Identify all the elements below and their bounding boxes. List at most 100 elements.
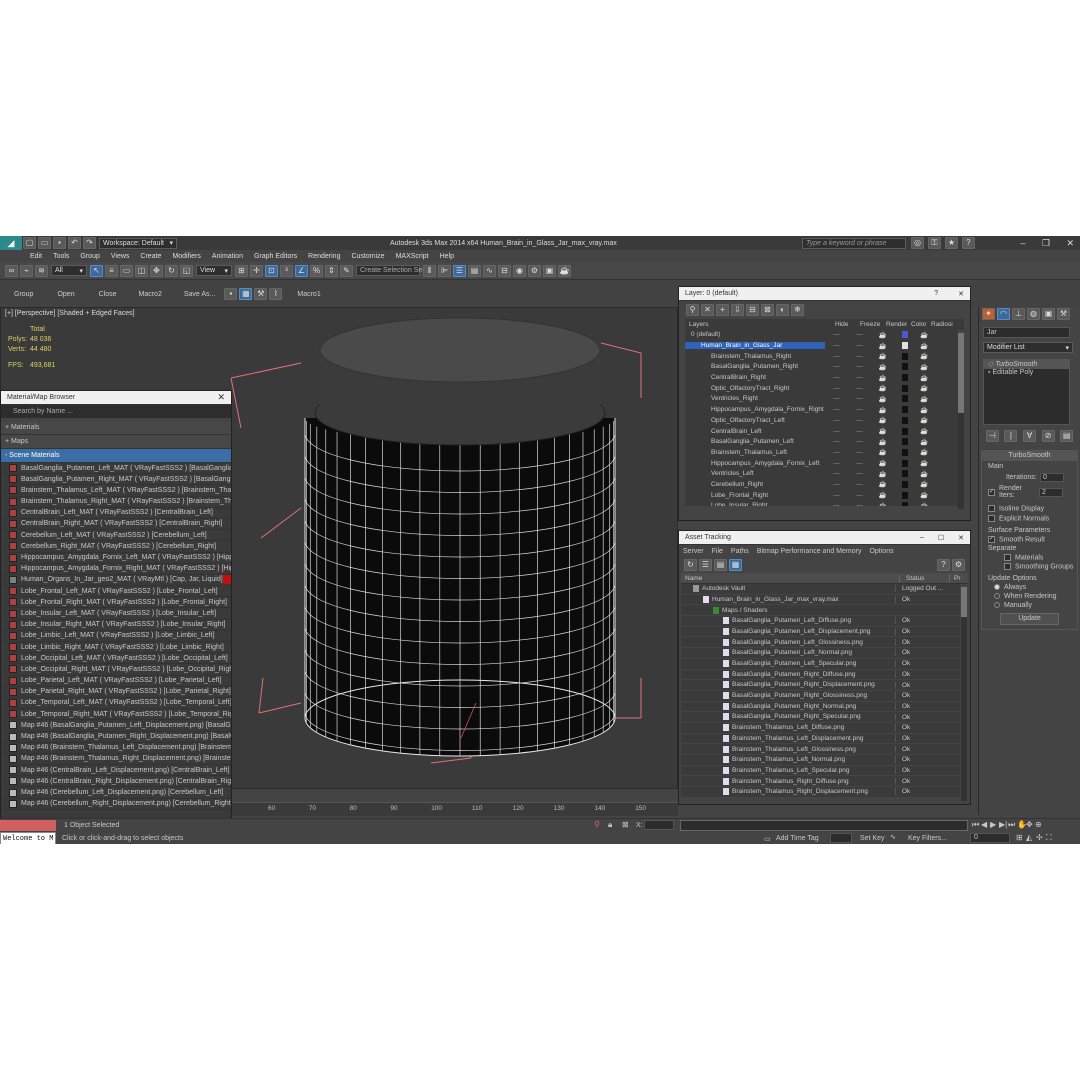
select-object-icon[interactable]: ↖: [90, 264, 103, 277]
create-tab-icon[interactable]: ✦: [982, 308, 995, 320]
layer-render-icon[interactable]: ☕: [871, 406, 894, 414]
prev-frame-icon[interactable]: ◀: [981, 820, 990, 830]
material-item[interactable]: Human_Organs_In_Jar_geo2_MAT ( VRayMtl )…: [5, 574, 231, 587]
layer-row[interactable]: Ventricles_Left — — ☕ ☕: [685, 469, 958, 480]
selection-filter-dropdown[interactable]: All ▾: [51, 265, 87, 276]
window-crossing-icon[interactable]: ◫: [135, 264, 148, 277]
graphite-icon[interactable]: ▤: [468, 264, 481, 277]
layer-color-swatch[interactable]: [902, 352, 908, 360]
layer-row[interactable]: Human_Brain_in_Glass_Jar — — ☕ ☕: [685, 341, 958, 352]
layer-radiosity-icon[interactable]: ☕: [920, 331, 928, 339]
pivot-center-icon[interactable]: ⊞: [235, 264, 248, 277]
layer-render-icon[interactable]: ☕: [871, 491, 894, 499]
zoom-all-icon[interactable]: ⊞: [1016, 833, 1026, 843]
menu-customize[interactable]: Customize: [351, 253, 384, 260]
maximize-viewport-icon[interactable]: ⛶: [1046, 833, 1056, 843]
utilities-tab-icon[interactable]: ⚒: [1057, 308, 1070, 320]
material-item[interactable]: Lobe_Frontal_Right_MAT ( VRayFastSSS2 ) …: [5, 597, 231, 609]
menu-group[interactable]: Group: [80, 253, 99, 260]
layer-row[interactable]: 0 (default) — — ☕ ☕: [685, 330, 958, 341]
asset-tracking-titlebar[interactable]: Asset Tracking – ☐ ✕: [679, 531, 970, 545]
layer-color-swatch[interactable]: [902, 459, 908, 467]
material-item[interactable]: Lobe_Insular_Left_MAT ( VRayFastSSS2 ) […: [5, 608, 231, 620]
close-icon[interactable]: ✕: [958, 290, 964, 298]
menu-rendering[interactable]: Rendering: [308, 253, 340, 260]
layer-render-icon[interactable]: ☕: [871, 395, 894, 403]
render-teapot-icon[interactable]: ☕: [558, 264, 571, 277]
menu-maxscript[interactable]: MAXScript: [396, 253, 429, 260]
layer-radiosity-icon[interactable]: ☕: [920, 406, 928, 414]
maxscript-listener[interactable]: Welcome to M: [0, 832, 56, 844]
manipulate-icon[interactable]: ✛: [250, 264, 263, 277]
save-file-icon[interactable]: ▪: [53, 237, 66, 249]
layer-radiosity-icon[interactable]: ☕: [920, 470, 928, 478]
snap-toggle-icon[interactable]: ³: [280, 264, 293, 277]
zoom-icon[interactable]: ⊕: [1035, 820, 1044, 830]
search-input[interactable]: Type a keyword or phrase: [802, 237, 906, 249]
asset-row[interactable]: BasalGanglia_Putamen_Left_Diffuse.png Ok: [681, 616, 960, 627]
material-item[interactable]: Lobe_Temporal_Left_MAT ( VRayFastSSS2 ) …: [5, 697, 231, 710]
material-item[interactable]: Hippocampus_Amygdala_Fornix_Left_MAT ( V…: [5, 552, 231, 564]
layer-radiosity-icon[interactable]: ☕: [920, 395, 928, 403]
layer-freeze-toggle[interactable]: —: [848, 374, 871, 381]
layer-hide-toggle[interactable]: —: [825, 353, 848, 360]
asset-menu-file[interactable]: File: [712, 548, 723, 555]
material-item[interactable]: Lobe_Occipital_Left_MAT ( VRayFastSSS2 )…: [5, 653, 231, 665]
layer-freeze-toggle[interactable]: —: [848, 460, 871, 467]
layer-color-swatch[interactable]: [902, 374, 908, 382]
asset-row[interactable]: BasalGanglia_Putamen_Right_Specular.png O…: [681, 712, 960, 723]
material-item[interactable]: Lobe_Temporal_Right_MAT ( VRayFastSSS2 )…: [5, 709, 231, 721]
material-item[interactable]: Map #46 (Cerebellum_Right_Displacement.p…: [5, 798, 231, 810]
scale-icon[interactable]: ◱: [180, 264, 193, 277]
select-by-name-icon[interactable]: ≡: [105, 264, 118, 277]
asset-scrollbar[interactable]: [961, 587, 967, 801]
show-end-result-icon[interactable]: |: [1004, 430, 1018, 442]
asset-menu-server[interactable]: Server: [683, 548, 704, 555]
stack-item-editable-poly[interactable]: ▪ Editable Poly: [984, 369, 1069, 378]
quick-macro1-button[interactable]: Macro1: [297, 291, 320, 298]
minimize-icon[interactable]: –: [1020, 238, 1025, 248]
layer-row[interactable]: Brainstem_Thalamus_Left — — ☕ ☕: [685, 448, 958, 459]
section-scene-materials[interactable]: - Scene Materials: [1, 449, 231, 463]
separate-materials-checkbox[interactable]: [1004, 554, 1011, 562]
layer-render-icon[interactable]: ☕: [871, 480, 894, 488]
layer-freeze-toggle[interactable]: —: [848, 385, 871, 392]
layer-row[interactable]: Hippocampus_Amygdala_Fornix_Left — — ☕ ☕: [685, 458, 958, 469]
make-unique-icon[interactable]: ∀: [1022, 430, 1036, 442]
layer-hide-toggle[interactable]: —: [825, 449, 848, 456]
curve-editor-icon[interactable]: ∿: [483, 264, 496, 277]
layer-render-icon[interactable]: ☕: [871, 342, 894, 350]
edit-named-selection-icon[interactable]: ✎: [340, 264, 353, 277]
material-item[interactable]: BasalGanglia_Putamen_Left_MAT ( VRayFast…: [5, 463, 231, 475]
orbit-icon[interactable]: ✋: [1017, 820, 1027, 830]
col-pr[interactable]: Pr: [949, 574, 961, 582]
menu-tools[interactable]: Tools: [53, 253, 69, 260]
material-item[interactable]: Lobe_Parietal_Left_MAT ( VRayFastSSS2 ) …: [5, 675, 231, 687]
modifier-list-dropdown[interactable]: Modifier List ▾: [983, 342, 1073, 353]
asset-help-icon[interactable]: ?: [937, 559, 950, 571]
layer-filter-icon[interactable]: ⚲: [686, 304, 699, 316]
manually-radio[interactable]: [994, 601, 1000, 608]
layer-radiosity-icon[interactable]: ☕: [920, 480, 928, 488]
bind-spacewarp-icon[interactable]: ≋: [35, 264, 48, 277]
layer-render-icon[interactable]: ☕: [871, 331, 894, 339]
layer-row[interactable]: Cerebellum_Right — — ☕ ☕: [685, 480, 958, 491]
layer-radiosity-icon[interactable]: ☕: [920, 352, 928, 360]
material-item[interactable]: Lobe_Limbic_Left_MAT ( VRayFastSSS2 ) [L…: [5, 630, 231, 642]
layer-freeze-toggle[interactable]: —: [848, 353, 871, 360]
material-item[interactable]: Lobe_Limbic_Right_MAT ( VRayFastSSS2 ) […: [5, 642, 231, 654]
layer-freeze-toggle[interactable]: —: [848, 481, 871, 488]
close-icon[interactable]: ✕: [1066, 238, 1074, 248]
absolute-mode-icon[interactable]: ⊠: [622, 820, 629, 829]
layer-row[interactable]: CentralBrain_Right — — ☕ ☕: [685, 373, 958, 384]
layer-freeze-toggle[interactable]: —: [848, 417, 871, 424]
layer-freeze-toggle[interactable]: —: [848, 363, 871, 370]
close-icon[interactable]: ✕: [958, 534, 964, 542]
isoline-checkbox[interactable]: [988, 505, 995, 512]
col-layers[interactable]: Layers: [685, 321, 835, 328]
schematic-view-icon[interactable]: ⊟: [498, 264, 511, 277]
layer-radiosity-icon[interactable]: ☕: [920, 438, 928, 446]
material-item[interactable]: Map #46 (CentralBrain_Right_Displacement…: [5, 776, 231, 788]
layer-manager-icon[interactable]: ☰: [453, 264, 466, 277]
col-color[interactable]: Color: [911, 321, 931, 328]
